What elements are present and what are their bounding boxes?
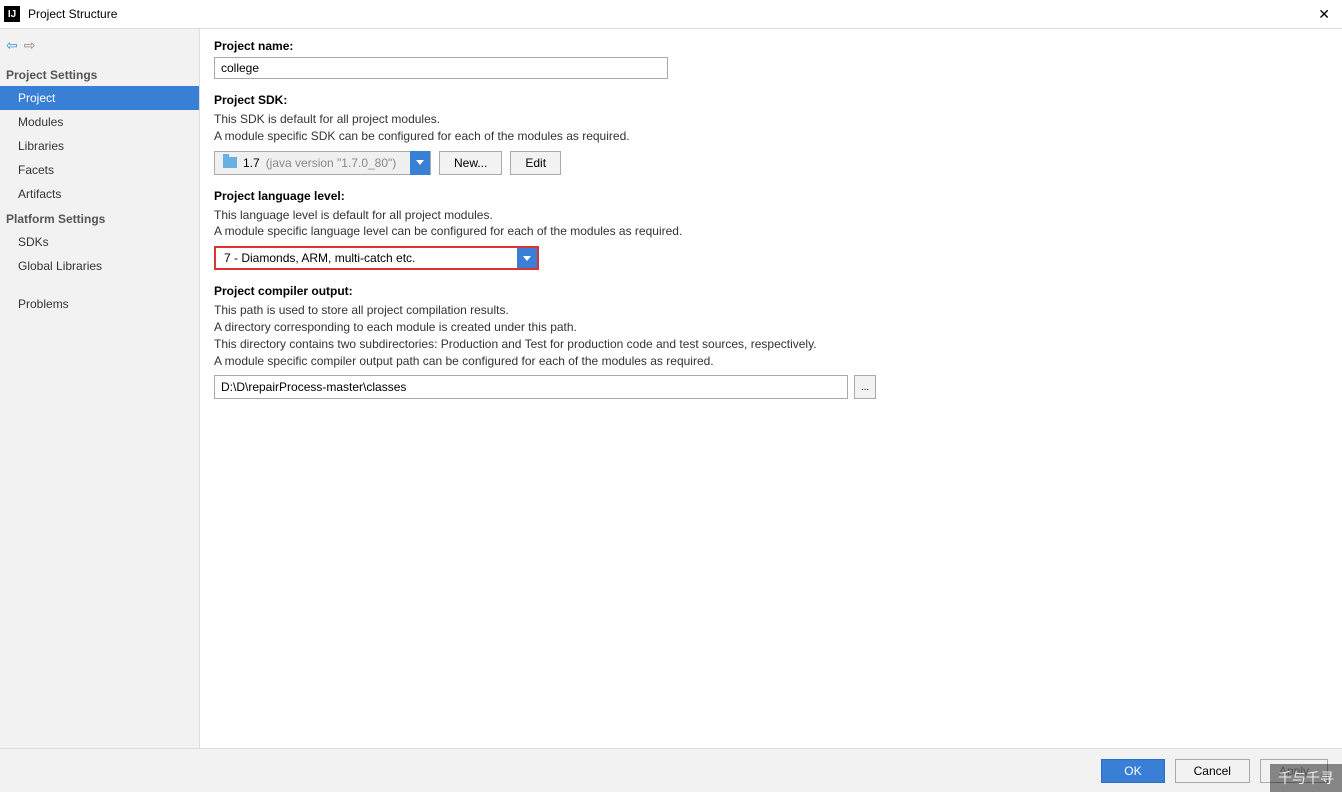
watermark: 千与千寻 xyxy=(1270,764,1342,792)
sidebar-item-sdks[interactable]: SDKs xyxy=(0,230,199,254)
back-icon[interactable]: ⇦ xyxy=(6,37,18,54)
edit-sdk-button[interactable]: Edit xyxy=(510,151,561,175)
sidebar-item-artifacts[interactable]: Artifacts xyxy=(0,182,199,206)
chevron-down-icon[interactable] xyxy=(410,151,430,175)
compiler-output-label: Project compiler output: xyxy=(214,284,1328,298)
new-sdk-button[interactable]: New... xyxy=(439,151,502,175)
sdk-version: (java version "1.7.0_80") xyxy=(266,156,397,170)
nav-arrows: ⇦ ⇨ xyxy=(0,29,199,62)
project-settings-header: Project Settings xyxy=(0,62,199,86)
ok-button[interactable]: OK xyxy=(1101,759,1164,783)
lang-help-2: A module specific language level can be … xyxy=(214,223,1328,240)
forward-icon[interactable]: ⇨ xyxy=(24,37,36,54)
lang-help-1: This language level is default for all p… xyxy=(214,207,1328,224)
close-icon[interactable]: ✕ xyxy=(1310,6,1338,23)
titlebar: IJ Project Structure ✕ xyxy=(0,0,1342,28)
browse-button[interactable]: ... xyxy=(854,375,876,399)
sidebar-item-global-libraries[interactable]: Global Libraries xyxy=(0,254,199,278)
sdk-combo[interactable]: 1.7 (java version "1.7.0_80") xyxy=(214,151,431,175)
sidebar-item-modules[interactable]: Modules xyxy=(0,110,199,134)
sidebar-item-libraries[interactable]: Libraries xyxy=(0,134,199,158)
output-help-4: A module specific compiler output path c… xyxy=(214,353,1328,370)
project-name-label: Project name: xyxy=(214,39,1328,53)
folder-icon xyxy=(223,157,237,168)
output-help-3: This directory contains two subdirectori… xyxy=(214,336,1328,353)
sidebar-item-facets[interactable]: Facets xyxy=(0,158,199,182)
output-help-2: A directory corresponding to each module… xyxy=(214,319,1328,336)
sdk-value: 1.7 xyxy=(243,156,260,170)
app-icon: IJ xyxy=(4,6,20,22)
sidebar-item-project[interactable]: Project xyxy=(0,86,199,110)
body: ⇦ ⇨ Project Settings Project Modules Lib… xyxy=(0,28,1342,748)
project-sdk-label: Project SDK: xyxy=(214,93,1328,107)
sdk-help-2: A module specific SDK can be configured … xyxy=(214,128,1328,145)
sidebar-item-problems[interactable]: Problems xyxy=(0,292,199,316)
sidebar: ⇦ ⇨ Project Settings Project Modules Lib… xyxy=(0,29,200,748)
sdk-help-1: This SDK is default for all project modu… xyxy=(214,111,1328,128)
platform-settings-header: Platform Settings xyxy=(0,206,199,230)
window-title: Project Structure xyxy=(28,7,1310,21)
output-help-1: This path is used to store all project c… xyxy=(214,302,1328,319)
language-level-combo[interactable]: 7 - Diamonds, ARM, multi-catch etc. xyxy=(214,246,539,270)
language-level-label: Project language level: xyxy=(214,189,1328,203)
project-name-input[interactable] xyxy=(214,57,668,79)
cancel-button[interactable]: Cancel xyxy=(1175,759,1250,783)
footer: OK Cancel Apply xyxy=(0,748,1342,792)
main-panel: Project name: Project SDK: This SDK is d… xyxy=(200,29,1342,748)
compiler-output-input[interactable] xyxy=(214,375,848,399)
chevron-down-icon[interactable] xyxy=(517,248,537,268)
language-level-value: 7 - Diamonds, ARM, multi-catch etc. xyxy=(216,248,517,268)
